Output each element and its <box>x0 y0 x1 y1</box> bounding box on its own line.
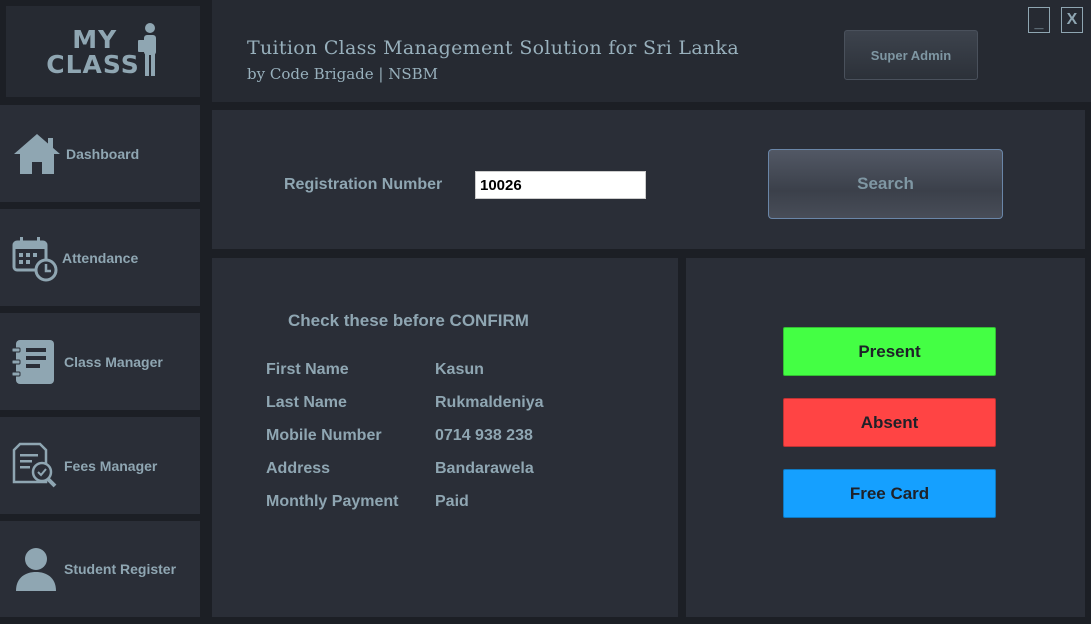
search-button[interactable]: Search <box>768 149 1003 219</box>
monthly-payment-row: Monthly Payment Paid <box>266 493 469 511</box>
field-label: First Name <box>266 361 349 378</box>
address-value: Bandarawela <box>435 460 534 477</box>
last-name-value: Rukmaldeniya <box>435 394 544 411</box>
mobile-number-value: 0714 938 238 <box>435 427 533 444</box>
mobile-number-row: Mobile Number 0714 938 238 <box>266 427 533 445</box>
first-name-row: First Name Kasun <box>266 361 484 379</box>
field-label: Address <box>266 460 331 477</box>
minimize-button[interactable]: _ <box>1028 7 1050 33</box>
confirm-heading: Check these before CONFIRM <box>288 311 529 330</box>
sidebar-item-dashboard[interactable]: Dashboard <box>0 105 200 202</box>
logo-line2: CLASS <box>46 49 140 79</box>
sidebar-item-label: Dashboard <box>66 145 140 162</box>
field-label: Last Name <box>266 394 347 411</box>
attendance-action-panel: Present Absent Free Card <box>686 258 1085 617</box>
calendar-clock-icon <box>10 233 58 283</box>
sidebar-item-fees-manager[interactable]: Fees Manager <box>0 417 200 514</box>
sidebar-item-class-manager[interactable]: Class Manager <box>0 313 200 410</box>
registration-number-label: Registration Number <box>284 176 443 193</box>
student-figure-icon <box>137 22 156 76</box>
search-panel: Registration Number Search <box>212 110 1085 249</box>
notebook-icon <box>10 337 60 387</box>
monthly-payment-value: Paid <box>435 493 469 510</box>
present-button[interactable]: Present <box>783 327 996 376</box>
logo-line1: MY <box>72 24 118 54</box>
sidebar-item-label: Fees Manager <box>64 457 158 474</box>
super-admin-button[interactable]: Super Admin <box>844 30 978 80</box>
student-details-panel: Check these before CONFIRM First Name Ka… <box>212 258 678 617</box>
document-search-icon <box>10 441 60 491</box>
free-card-button[interactable]: Free Card <box>783 469 996 518</box>
close-button[interactable]: X <box>1061 7 1083 33</box>
first-name-value: Kasun <box>435 361 484 378</box>
sidebar-item-attendance[interactable]: Attendance <box>0 209 200 306</box>
last-name-row: Last Name Rukmaldeniya <box>266 394 543 412</box>
app-title: Tuition Class Management Solution for Sr… <box>247 37 739 59</box>
field-label: Monthly Payment <box>266 493 399 510</box>
user-icon <box>12 544 60 594</box>
sidebar-item-label: Student Register <box>64 561 177 577</box>
app-subtitle: by Code Brigade | NSBM <box>247 65 438 83</box>
logo-wordmark: MY CLASS <box>46 27 140 77</box>
sidebar-item-label: Class Manager <box>64 353 163 370</box>
field-label: Mobile Number <box>266 427 382 444</box>
app-logo: MY CLASS <box>6 6 200 97</box>
header: Tuition Class Management Solution for Sr… <box>212 0 1091 102</box>
address-row: Address Bandarawela <box>266 460 534 478</box>
registration-number-input[interactable] <box>475 171 646 199</box>
sidebar-item-label: Attendance <box>62 249 139 266</box>
home-icon <box>12 129 62 179</box>
sidebar-item-student-register[interactable]: Student Register <box>0 521 200 617</box>
absent-button[interactable]: Absent <box>783 398 996 447</box>
